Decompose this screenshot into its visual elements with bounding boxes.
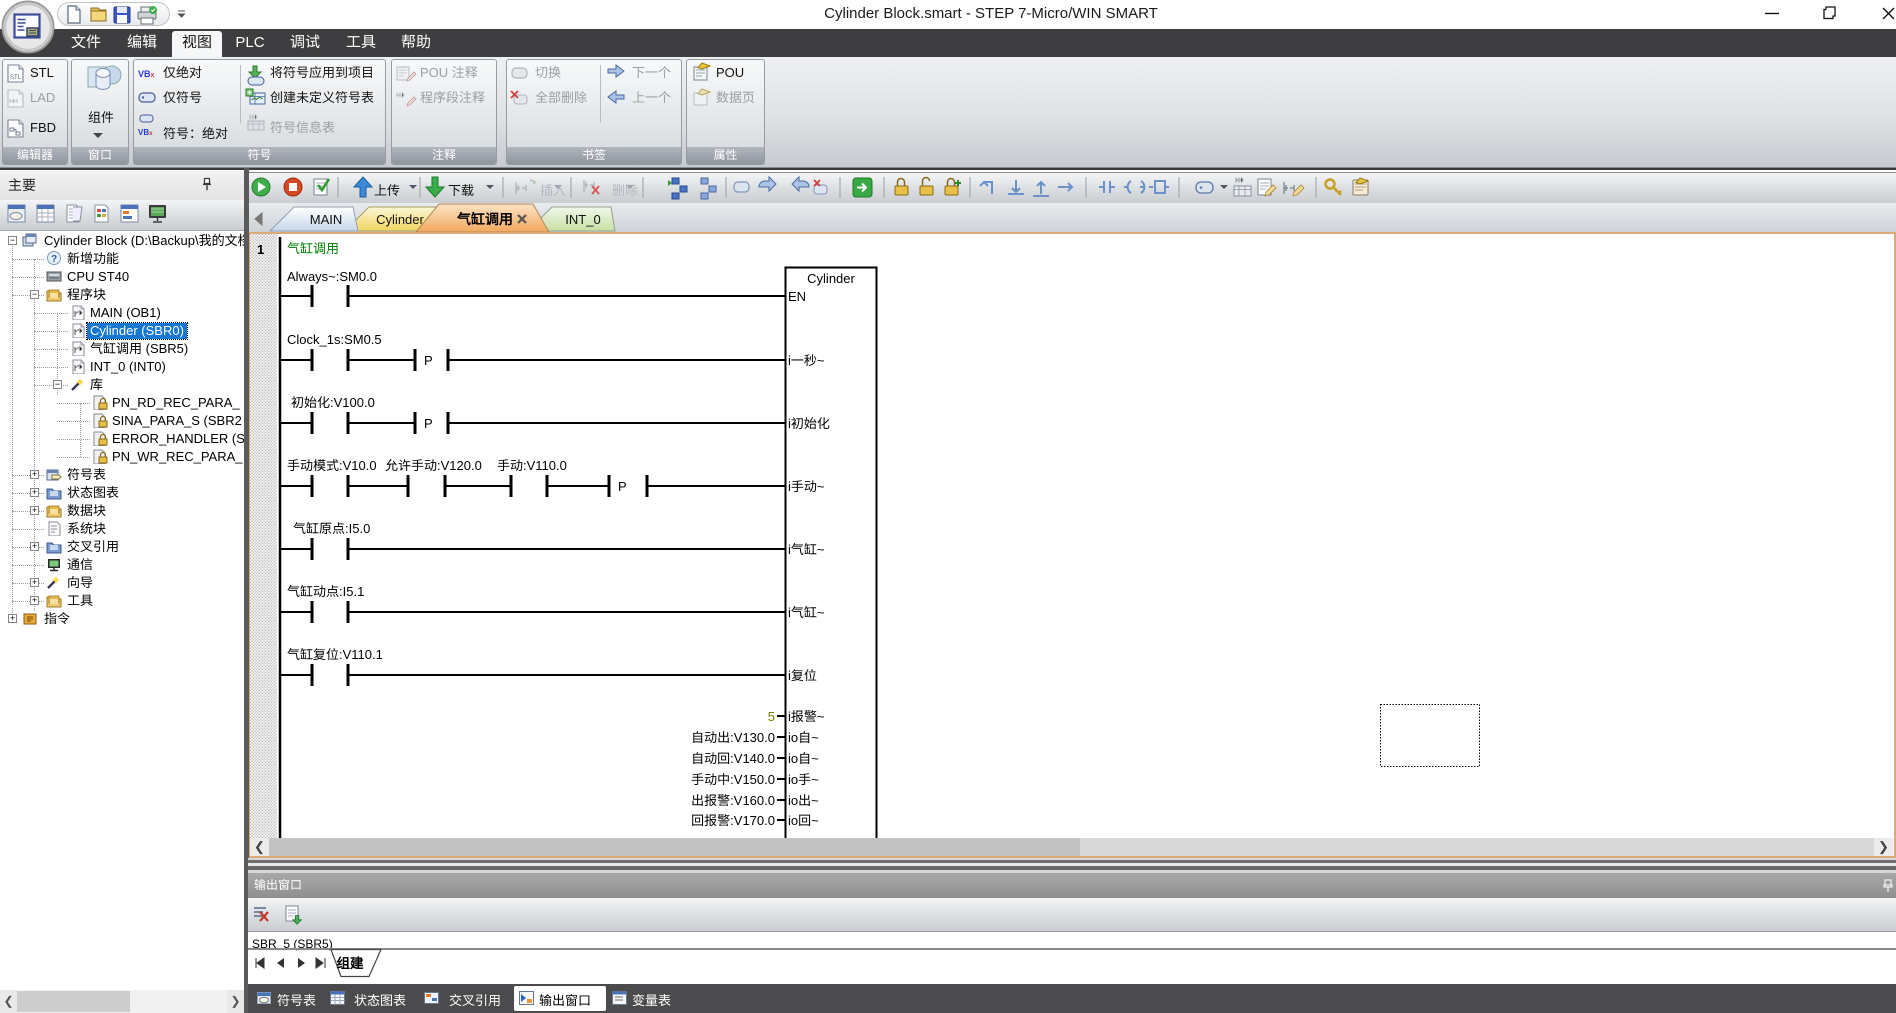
svg-text:5: 5	[768, 709, 775, 724]
svg-text:气缸动点:I5.1: 气缸动点:I5.1	[287, 584, 364, 599]
svg-text:EN: EN	[788, 289, 806, 304]
svg-text:1: 1	[257, 242, 264, 257]
svg-text:手动模式:V10.0: 手动模式:V10.0	[287, 458, 377, 473]
svg-text:回报警:V170.0: 回报警:V170.0	[691, 813, 775, 828]
svg-text:手动:V110.0: 手动:V110.0	[497, 458, 567, 473]
svg-text:io手~: io手~	[788, 772, 819, 787]
svg-text:自动出:V130.0: 自动出:V130.0	[691, 730, 775, 745]
svg-text:Always~:SM0.0: Always~:SM0.0	[287, 269, 377, 284]
svg-text:i气缸~: i气缸~	[788, 542, 825, 557]
svg-text:P: P	[618, 479, 627, 494]
svg-text:STL: STL	[10, 75, 22, 81]
svg-text:io出~: io出~	[788, 793, 819, 808]
svg-text:io自~: io自~	[788, 751, 819, 766]
svg-text:VBx: VBx	[138, 69, 155, 79]
svg-text:i气缸~: i气缸~	[788, 605, 825, 620]
svg-text:Cylinder: Cylinder	[376, 212, 424, 227]
svg-text:i手动~: i手动~	[788, 479, 825, 494]
svg-text:Clock_1s:SM0.5: Clock_1s:SM0.5	[287, 332, 382, 347]
svg-text:io回~: io回~	[788, 813, 819, 828]
svg-text:i复位: i复位	[788, 668, 817, 683]
svg-text:出报警:V160.0: 出报警:V160.0	[691, 793, 775, 808]
svg-text:自动回:V140.0: 自动回:V140.0	[691, 751, 775, 766]
svg-text:P: P	[424, 353, 433, 368]
svg-text:MAIN: MAIN	[310, 212, 343, 227]
svg-text:io自~: io自~	[788, 730, 819, 745]
svg-text:i初始化: i初始化	[788, 416, 830, 431]
svg-text:VBx: VBx	[138, 128, 153, 137]
svg-text:INT_0: INT_0	[565, 212, 600, 227]
svg-text:气缸原点:I5.0: 气缸原点:I5.0	[293, 521, 370, 536]
svg-text:气缸调用: 气缸调用	[287, 241, 339, 256]
svg-text:初始化:V100.0: 初始化:V100.0	[291, 395, 375, 410]
svg-text:Cylinder: Cylinder	[807, 271, 855, 286]
svg-text:允许手动:V120.0: 允许手动:V120.0	[385, 458, 482, 473]
svg-text:手动中:V150.0: 手动中:V150.0	[691, 772, 775, 787]
svg-text:P: P	[424, 416, 433, 431]
svg-text:气缸调用: 气缸调用	[456, 211, 513, 227]
svg-text:气缸复位:V110.1: 气缸复位:V110.1	[287, 647, 383, 662]
svg-text:组建: 组建	[337, 956, 364, 971]
svg-text:?: ?	[51, 254, 57, 265]
svg-text:i报警~: i报警~	[788, 709, 825, 724]
svg-text:i一秒~: i一秒~	[788, 353, 825, 368]
